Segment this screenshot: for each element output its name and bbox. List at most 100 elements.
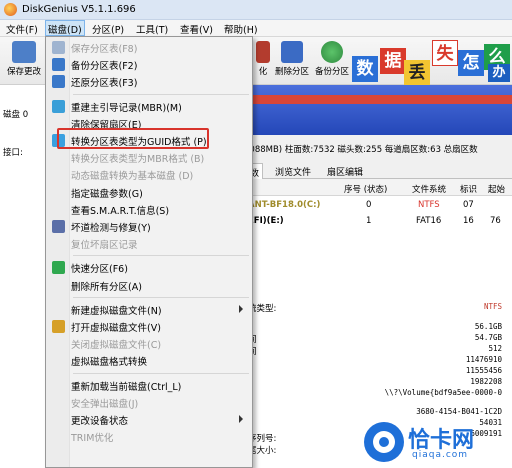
partition-id: 07 — [463, 200, 474, 210]
table-row[interactable]: EFI)(E:) 1 FAT16 16 76 — [244, 214, 512, 229]
menu-item-label: 保存分区表(F8) — [71, 44, 138, 55]
menu-item[interactable]: 还原分区表(F3) — [48, 73, 251, 90]
format-label: 化 — [258, 67, 268, 77]
backup-partition-icon — [321, 41, 343, 63]
menu-tools[interactable]: 工具(T) — [134, 22, 170, 36]
menu-item[interactable]: 打开虚拟磁盘文件(V) — [48, 318, 251, 335]
app-logo-icon — [4, 3, 17, 16]
banner-tile: 丢 — [404, 60, 430, 86]
disk-tree-pane: 磁盘 0 接口: — [0, 85, 47, 468]
detail-value: 11476910 — [465, 355, 502, 364]
detail-value: NTFS — [483, 302, 502, 311]
menu-item[interactable]: 坏道检测与修复(Y) — [48, 218, 251, 235]
detail-value: 56.1GB — [474, 322, 502, 331]
menu-item[interactable]: 更改设备状态 — [48, 411, 251, 428]
menu-help[interactable]: 帮助(H) — [222, 22, 260, 36]
menu-item-label: 还原分区表(F3) — [71, 78, 138, 90]
table-header: 序号 (状态) 文件系统 标识 起始 — [244, 179, 512, 196]
menu-item[interactable]: 删除所有分区(A) — [48, 277, 251, 294]
tab-sector-editor[interactable]: 扇区编辑 — [324, 165, 366, 178]
menu-item-label: 转换分区表类型为MBR格式 (B) — [71, 154, 205, 166]
menu-item: TRIM优化 — [48, 428, 251, 445]
banner-tile: 数 — [352, 56, 378, 82]
menu-item[interactable]: 备份分区表(F2) — [48, 56, 251, 73]
highlight-box — [57, 128, 209, 149]
disk-map-bar[interactable] — [244, 85, 512, 135]
menu-item-label: 查看S.M.A.R.T.信息(S) — [71, 205, 170, 217]
menu-item: 转换分区表类型为MBR格式 (B) — [48, 149, 251, 166]
banner-tile: 据 — [380, 48, 406, 74]
partition-id: 16 — [463, 216, 474, 226]
open-virtual-disk-icon — [52, 320, 65, 333]
partition-fs: NTFS — [418, 200, 440, 210]
quick-partition-icon — [52, 261, 65, 275]
delete-partition-button[interactable]: 删除分区 — [272, 41, 312, 77]
menu-item[interactable]: 虚拟磁盘格式转换 — [48, 352, 251, 369]
logo-ring — [373, 431, 395, 453]
restore-table-icon — [52, 75, 65, 89]
submenu-arrow-icon — [239, 415, 243, 423]
partition-fs: FAT16 — [416, 216, 442, 226]
menu-item[interactable]: 查看S.M.A.R.T.信息(S) — [48, 201, 251, 218]
detail-value: \\?\Volume{bdf9a5ee-0000-0 — [384, 388, 502, 397]
title-bar: DiskGenius V5.1.1.696 — [0, 0, 512, 20]
submenu-arrow-icon — [239, 304, 243, 313]
ad-banner[interactable]: 数 据 丢 失 怎 么 办 — [352, 38, 512, 86]
menu-item[interactable]: 快速分区(F6) — [48, 259, 251, 276]
menu-item: 保存分区表(F8) — [48, 39, 251, 56]
repair-tools-icon — [52, 220, 65, 233]
table-row[interactable]: ANT-BF18.0(C:) 0 NTFS 07 — [244, 198, 512, 213]
banner-tile: 失 — [432, 40, 458, 66]
menu-item-label: 新建虚拟磁盘文件(N) — [71, 305, 162, 317]
menu-item-label: 删除所有分区(A) — [71, 281, 142, 293]
menu-item[interactable]: 新建虚拟磁盘文件(N) — [48, 301, 251, 318]
backup-partition-button[interactable]: 备份分区 — [312, 41, 352, 77]
menu-disk[interactable]: 磁盘(D) — [45, 20, 85, 36]
menu-item-label: 重建主引导记录(MBR)(M) — [71, 102, 182, 114]
partition-strip — [244, 95, 512, 104]
menu-item-label: 动态磁盘转换为基本磁盘 (D) — [71, 171, 194, 183]
menu-item-label: 指定磁盘参数(G) — [71, 188, 143, 200]
tab-strip: 数 浏览文件 扇区编辑 — [244, 163, 512, 179]
menu-item-label: 打开虚拟磁盘文件(V) — [71, 323, 161, 334]
detail-value: 1982208 — [470, 377, 502, 386]
detail-value: 11555456 — [465, 366, 502, 375]
partition-start: 76 — [490, 216, 501, 226]
menu-item-label: 备份分区表(F2) — [71, 61, 138, 73]
menu-item-label: 关闭虚拟磁盘文件(C) — [71, 340, 162, 352]
menu-item-label: 更改设备状态 — [71, 416, 129, 427]
save-changes-label: 保存更改 — [6, 67, 41, 77]
brand-logo-icon — [364, 422, 404, 462]
delete-partition-icon — [281, 41, 303, 63]
menu-separator — [73, 372, 249, 374]
disk-menu-dropdown: 保存分区表(F8) 备份分区表(F2) 还原分区表(F3) 重建主引导记录(MBR)(… — [45, 36, 253, 468]
menu-item[interactable]: 重建主引导记录(MBR)(M) — [48, 98, 251, 115]
detail-value: 54.7GB — [474, 333, 502, 342]
save-icon — [12, 41, 36, 63]
save-changes-button[interactable]: 保存更改 — [4, 41, 44, 77]
banner-tile: 怎 — [458, 50, 484, 76]
menu-item: 安全弹出磁盘(J) — [48, 394, 251, 411]
window-title: DiskGenius V5.1.1.696 — [22, 4, 136, 15]
menu-file[interactable]: 文件(F) — [4, 22, 40, 36]
menu-item-label: 坏道检测与修复(Y) — [71, 223, 151, 234]
menu-item-label: 安全弹出磁盘(J) — [71, 398, 139, 410]
tab-browse-files[interactable]: 浏览文件 — [272, 165, 314, 178]
partition-seq: 0 — [366, 200, 372, 210]
menu-item[interactable]: 指定磁盘参数(G) — [48, 184, 251, 201]
column-header-fs: 文件系统 — [412, 185, 447, 195]
menu-separator — [73, 296, 249, 298]
menu-item-label: 重新加载当前磁盘(Ctrl_L) — [71, 381, 182, 393]
save-icon — [52, 41, 65, 54]
partition-name: ANT-BF18.0(C:) — [248, 200, 321, 210]
partition-table: 序号 (状态) 文件系统 标识 起始 ANT-BF18.0(C:) 0 NTFS… — [244, 179, 512, 231]
format-button[interactable]: 化 — [254, 41, 272, 77]
menu-item: 动态磁盘转换为基本磁盘 (D) — [48, 166, 251, 183]
partition-seq: 1 — [366, 216, 372, 226]
menu-item[interactable]: 重新加载当前磁盘(Ctrl_L) — [48, 377, 251, 394]
logo-dot — [379, 437, 389, 447]
column-header-start: 起始 — [488, 185, 506, 195]
interface-label: 接口: — [3, 148, 23, 158]
menu-view[interactable]: 查看(V) — [178, 22, 215, 36]
menu-partition[interactable]: 分区(P) — [90, 22, 126, 36]
